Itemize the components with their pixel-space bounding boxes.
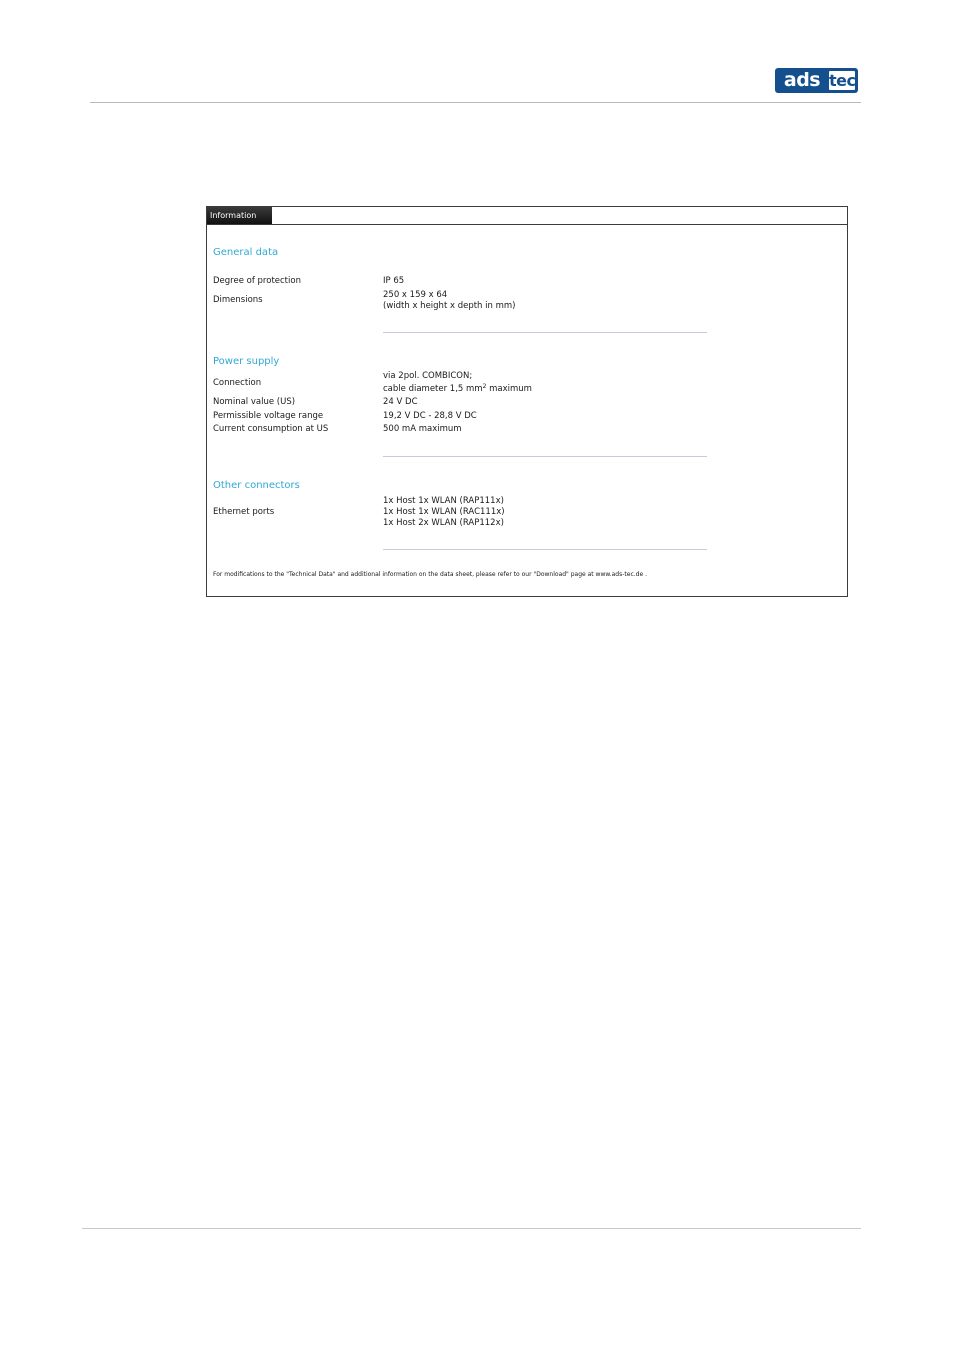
- technical-data-footnote: For modifications to the "Technical Data…: [213, 571, 647, 578]
- value-dimensions-line-2: (width x height x depth in mm): [383, 301, 516, 311]
- section-divider: [383, 332, 707, 333]
- section-title-other-connectors: Other connectors: [213, 480, 300, 491]
- tab-information[interactable]: Information: [207, 207, 272, 224]
- label-dimensions: Dimensions: [213, 295, 263, 305]
- label-voltage-range: Permissible voltage range: [213, 411, 324, 421]
- label-nominal-value: Nominal value (US): [213, 397, 296, 407]
- value-dimensions-line-1: 250 x 159 x 64: [383, 290, 448, 300]
- value-nominal-value: 24 V DC: [383, 397, 418, 407]
- label-current-consumption: Current consumption at US: [213, 424, 329, 434]
- value-connection-line-1: via 2pol. COMBICON;: [383, 371, 473, 381]
- section-title-general: General data: [213, 247, 279, 258]
- value-current-consumption: 500 mA maximum: [383, 424, 462, 434]
- label-ethernet-ports: Ethernet ports: [213, 507, 275, 517]
- logo-text-tec: tec: [829, 71, 856, 90]
- value-degree-of-protection: IP 65: [383, 276, 405, 286]
- value-ethernet-ports-line-2: 1x Host 1x WLAN (RAC111x): [383, 507, 505, 517]
- section-divider: [383, 456, 707, 457]
- value-connection-text: cable diameter 1,5 mm: [383, 384, 483, 394]
- label-connection: Connection: [213, 378, 262, 388]
- value-ethernet-ports-line-1: 1x Host 1x WLAN (RAP111x): [383, 496, 504, 506]
- label-degree-of-protection: Degree of protection: [213, 276, 301, 286]
- footer-divider: [82, 1228, 861, 1229]
- section-divider: [383, 549, 707, 550]
- value-connection-suffix: maximum: [486, 384, 532, 394]
- value-ethernet-ports-line-3: 1x Host 2x WLAN (RAP112x): [383, 518, 504, 528]
- value-connection-line-2: cable diameter 1,5 mm2 maximum: [383, 384, 532, 395]
- value-voltage-range: 19,2 V DC - 28,8 V DC: [383, 411, 477, 421]
- information-panel: Information General data Degree of prote…: [206, 206, 848, 597]
- company-logo: ads tec: [775, 68, 858, 93]
- tab-bar: Information: [207, 207, 847, 225]
- section-title-power-supply: Power supply: [213, 356, 280, 367]
- header-divider: [90, 102, 861, 103]
- logo-text-ads: ads: [783, 69, 821, 91]
